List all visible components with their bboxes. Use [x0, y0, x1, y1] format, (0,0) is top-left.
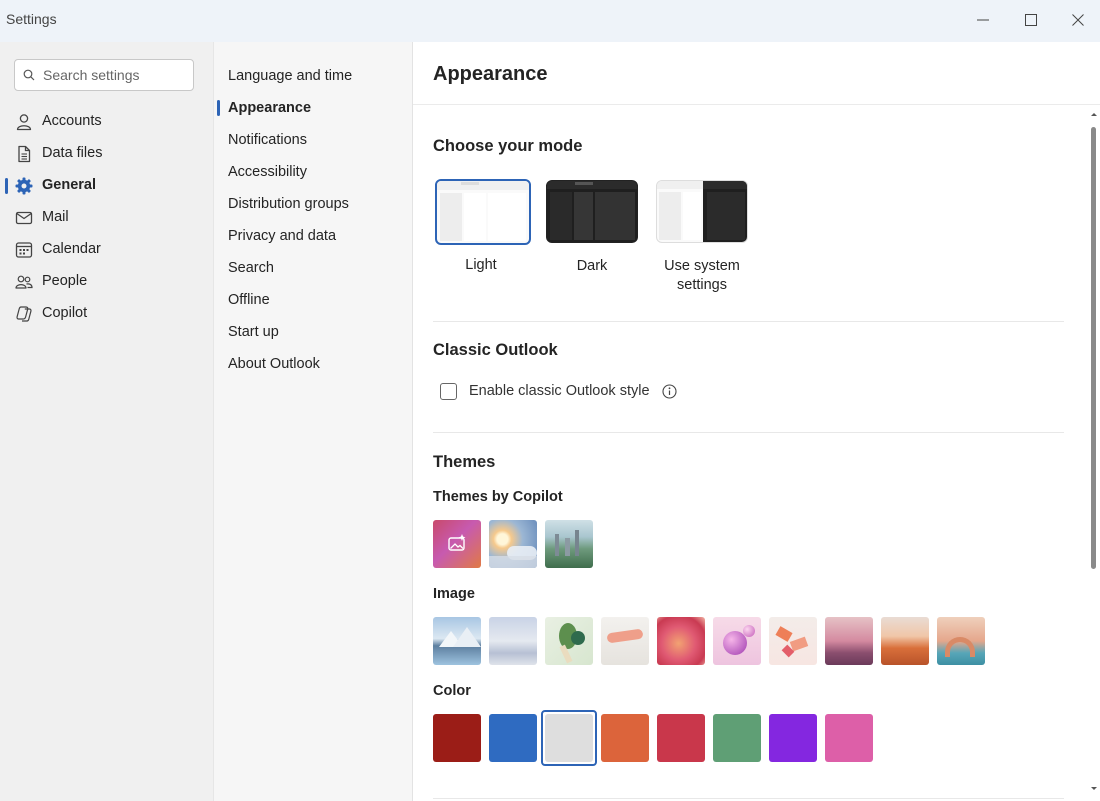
nav-item-label: Copilot — [42, 305, 88, 321]
dark-mode-preview — [546, 180, 638, 243]
mode-label: Light — [465, 257, 497, 273]
nav-item-label: Accounts — [42, 113, 102, 129]
themes-heading: Themes — [433, 453, 496, 471]
maximize-button[interactable] — [1008, 0, 1054, 40]
mode-heading: Choose your mode — [433, 137, 583, 155]
settings-pane: Appearance Choose your mode Light Dark U… — [413, 42, 1100, 801]
theme-image-desert[interactable] — [881, 617, 929, 665]
subnav-about-outlook[interactable]: About Outlook — [228, 356, 320, 372]
theme-copilot-city[interactable] — [545, 520, 593, 568]
copilot-icon — [16, 306, 32, 322]
section-divider — [433, 432, 1064, 433]
subnav-start-up[interactable]: Start up — [228, 324, 279, 340]
subnav-privacy-and-data[interactable]: Privacy and data — [228, 228, 336, 244]
search-box[interactable] — [14, 59, 194, 91]
title-bar: Settings — [0, 0, 1100, 42]
mode-label: Dark — [576, 258, 608, 274]
nav-item-label: Mail — [42, 209, 69, 225]
color-swatch-light-gray[interactable] — [545, 714, 593, 762]
color-swatch-dark-red[interactable] — [433, 714, 481, 762]
theme-image-dunes[interactable] — [489, 617, 537, 665]
theme-image-sunset-hills[interactable] — [825, 617, 873, 665]
color-swatch-green[interactable] — [713, 714, 761, 762]
classic-style-label: Enable classic Outlook style — [469, 383, 650, 399]
subnav-offline[interactable]: Offline — [228, 292, 270, 308]
color-swatch-blue[interactable] — [489, 714, 537, 762]
subnav-appearance[interactable]: Appearance — [228, 100, 311, 116]
minimize-icon — [977, 19, 989, 21]
theme-image-swirl[interactable] — [657, 617, 705, 665]
color-swatch-orange[interactable] — [601, 714, 649, 762]
person-icon — [16, 114, 32, 131]
header-divider — [413, 104, 1100, 105]
nav-item-people[interactable]: People — [0, 268, 213, 296]
maximize-icon — [1025, 14, 1037, 26]
section-divider — [433, 798, 1064, 799]
active-indicator — [217, 100, 220, 116]
nav-item-copilot[interactable]: Copilot — [0, 300, 213, 328]
scrollbar-thumb[interactable] — [1091, 127, 1096, 569]
nav-item-label: People — [42, 273, 88, 289]
color-swatch-pink[interactable] — [825, 714, 873, 762]
theme-image-mountains[interactable] — [433, 617, 481, 665]
theme-image-spheres[interactable] — [713, 617, 761, 665]
copilot-themes-heading: Themes by Copilot — [433, 489, 563, 505]
image-sparkle-icon — [448, 534, 466, 551]
image-themes-heading: Image — [433, 586, 475, 602]
scroll-down-icon[interactable] — [1088, 785, 1100, 793]
info-icon[interactable] — [661, 383, 677, 399]
nav-item-label: Calendar — [42, 241, 101, 257]
mail-icon — [15, 211, 33, 225]
subnav-accessibility[interactable]: Accessibility — [228, 164, 307, 180]
nav-item-general[interactable]: General — [0, 172, 213, 200]
mode-option-dark[interactable]: Dark — [546, 180, 642, 300]
theme-copilot-sky[interactable] — [489, 520, 537, 568]
minimize-button[interactable] — [960, 0, 1006, 40]
nav-item-calendar[interactable]: Calendar — [0, 236, 213, 264]
window-title: Settings — [6, 11, 57, 27]
mode-option-light[interactable]: Light — [435, 179, 531, 299]
system-mode-preview — [656, 180, 748, 243]
classic-style-checkbox[interactable] — [440, 382, 457, 400]
mode-option-system[interactable]: Use system settings — [656, 180, 752, 300]
theme-image-arch[interactable] — [937, 617, 985, 665]
nav-item-label: General — [42, 177, 96, 193]
theme-image-petals[interactable] — [769, 617, 817, 665]
nav-item-data-files[interactable]: Data files — [0, 140, 213, 168]
calendar-icon — [15, 242, 33, 258]
light-mode-preview — [435, 179, 531, 245]
secondary-nav: Language and time Appearance Notificatio… — [213, 42, 413, 801]
document-icon — [18, 145, 31, 163]
subnav-search[interactable]: Search — [228, 260, 274, 276]
primary-nav: Accounts Data files General — [0, 42, 213, 801]
gear-icon — [15, 177, 33, 195]
nav-item-accounts[interactable]: Accounts — [0, 108, 213, 136]
search-icon — [23, 69, 35, 81]
nav-item-mail[interactable]: Mail — [0, 204, 213, 232]
classic-heading: Classic Outlook — [433, 341, 558, 359]
theme-image-abstract-light[interactable] — [601, 617, 649, 665]
subnav-notifications[interactable]: Notifications — [228, 132, 307, 148]
subnav-distribution-groups[interactable]: Distribution groups — [228, 196, 349, 212]
color-swatch-crimson[interactable] — [657, 714, 705, 762]
classic-style-row: Enable classic Outlook style — [440, 381, 677, 401]
mode-label: Use system settings — [664, 258, 740, 293]
create-theme-button[interactable] — [433, 520, 481, 568]
theme-image-leaves[interactable] — [545, 617, 593, 665]
vertical-scrollbar[interactable] — [1088, 110, 1100, 801]
page-title: Appearance — [433, 63, 548, 85]
subnav-language-and-time[interactable]: Language and time — [228, 68, 352, 84]
section-divider — [433, 321, 1064, 322]
color-themes-heading: Color — [433, 683, 471, 699]
people-icon — [15, 275, 33, 289]
nav-item-label: Data files — [42, 145, 103, 161]
close-icon — [1072, 14, 1084, 26]
search-input[interactable] — [43, 67, 183, 83]
color-swatch-purple[interactable] — [769, 714, 817, 762]
close-button[interactable] — [1055, 0, 1100, 40]
scroll-up-icon[interactable] — [1088, 110, 1100, 118]
